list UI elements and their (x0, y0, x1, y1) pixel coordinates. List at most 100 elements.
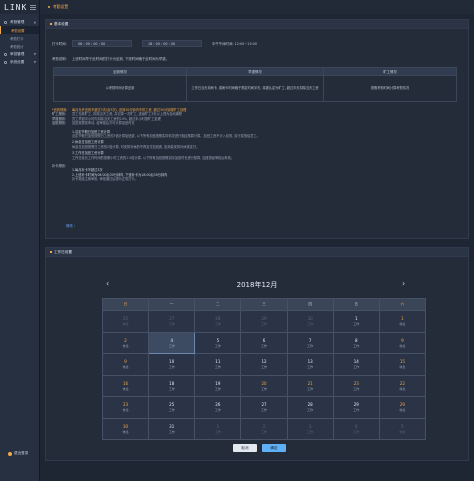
calendar-day-cell[interactable]: 26 工作 (194, 396, 242, 419)
rules-text: *迟到规则: 每月允许迟到不超过3次(含3次), 迟到30分钟内不扣工资, 超过3… (52, 108, 462, 182)
calendar-day-cell[interactable]: 5 休息 (378, 417, 427, 440)
logout-button[interactable]: 退出登录 (8, 451, 28, 456)
calendar-day-cell[interactable]: 10 工作 (148, 353, 196, 376)
table-row: 以考勤时间计算迟到 工作日当天未刷卡, 或刷卡时间晚于规定时间半天, 将被认定为… (53, 75, 457, 102)
calendar-day-cell[interactable]: 13 工作 (286, 353, 334, 376)
calendar-day-cell[interactable]: 12 工作 (240, 353, 288, 376)
sidebar-item-label: 审批管理 (10, 51, 25, 56)
next-month-button[interactable]: › (402, 279, 405, 288)
calendar-day-cell[interactable]: 29 工作 (240, 310, 288, 333)
day-number: 9 (124, 359, 127, 365)
end-time-input[interactable]: 18 : 00 : 00 : 00 (142, 40, 202, 47)
calendar-day-cell[interactable]: 31 工作 (148, 417, 196, 440)
sidebar-item-approval[interactable]: 审批管理 ▼ (0, 50, 39, 58)
sidebar-item-label: 考勤管理 (10, 19, 25, 24)
day-number: 28 (307, 402, 313, 408)
day-number: 3 (308, 423, 312, 429)
day-number: 27 (169, 316, 175, 322)
calendar-day-cell[interactable]: 9 休息 (378, 331, 427, 354)
table-cell: 按照考勤时间计算考勤情况 (323, 75, 457, 102)
calendar-day-cell[interactable]: 23 工作 (332, 374, 380, 397)
day-number: 2 (124, 337, 127, 343)
calendar-grid: 日 一 二 三 四 五 六 25 休息 27 工作 28 工作 29 工作 30 工作 1 工作 1 休息… (101, 298, 427, 440)
calendar-week-row: 25 休息 27 工作 28 工作 29 工作 30 工作 1 工作 1 休息 (101, 310, 427, 333)
rule-line: 加班规则: 加班需提前申请, 经审批后方可计算加班时长 (52, 121, 462, 125)
calendar-day-cell[interactable]: 6 工作 (240, 331, 288, 354)
day-number: 29 (261, 316, 267, 322)
calendar-day-cell[interactable]: 30 工作 (286, 310, 334, 333)
day-status: 休息 (122, 429, 129, 434)
calendar-day-cell[interactable]: 1 工作 (332, 310, 380, 333)
chevron-up-icon: ▲ (33, 20, 36, 24)
calendar-day-cell[interactable]: 15 休息 (378, 353, 427, 376)
topbar: 考勤设置 (40, 0, 474, 14)
calendar-body: 25 休息 27 工作 28 工作 29 工作 30 工作 1 工作 1 休息 2 休息 4 工作 5 工作 6 工作 7 工… (101, 310, 427, 440)
calendar-day-cell[interactable]: 22 休息 (378, 374, 427, 397)
calendar-day-cell[interactable]: 27 工作 (148, 310, 196, 333)
sidebar-item-attendance[interactable]: 考勤管理 ▲ (0, 18, 39, 26)
calendar-day-cell[interactable]: 21 工作 (286, 374, 334, 397)
day-number: 30 (123, 423, 129, 429)
sidebar-subitem-checkin[interactable]: 考勤打卡 (0, 34, 39, 42)
panel-title: 基本设置 (54, 21, 69, 26)
calendar-day-cell[interactable]: 4 工作 (332, 417, 380, 440)
calendar-day-cell[interactable]: 23 休息 (101, 396, 150, 419)
calendar-day-cell[interactable]: 25 休息 (101, 310, 150, 333)
calendar-day-cell[interactable]: 19 工作 (194, 374, 242, 397)
start-time-input[interactable]: 08 : 00 : 00 : 00 (72, 40, 132, 47)
calendar-day-cell[interactable]: 28 工作 (194, 310, 242, 333)
day-number: 20 (261, 380, 267, 386)
sidebar-item-system[interactable]: 系统设置 ▼ (0, 58, 39, 66)
calendar-day-cell[interactable]: 8 工作 (332, 331, 380, 354)
day-number: 27 (261, 402, 267, 408)
day-number: 14 (353, 359, 359, 365)
calendar-day-cell[interactable]: 2 工作 (240, 417, 288, 440)
calendar-week-row: 9 休息 10 工作 11 工作 12 工作 13 工作 14 工作 15 休息 (101, 353, 427, 376)
calendar-day-cell[interactable]: 1 工作 (194, 417, 242, 440)
sidebar-subitem-stats[interactable]: 考勤统计 (0, 42, 39, 50)
calendar-day-cell[interactable]: 3 工作 (286, 417, 334, 440)
day-status: 工作 (353, 343, 360, 348)
calendar-day-cell[interactable]: 9 休息 (101, 353, 150, 376)
confirm-button[interactable]: 确定 (262, 444, 286, 452)
calendar-day-cell[interactable]: 5 工作 (194, 331, 242, 354)
day-number: 9 (401, 337, 404, 343)
calendar-day-cell[interactable]: 18 工作 (148, 374, 196, 397)
hamburger-icon[interactable] (30, 4, 36, 10)
day-number: 1 (216, 423, 220, 429)
weekday-header: 日 (101, 298, 150, 311)
power-icon (8, 451, 12, 456)
calendar-day-cell[interactable]: 29 休息 (378, 396, 427, 419)
day-number: 23 (353, 380, 359, 386)
day-status: 工作 (260, 322, 267, 327)
calendar-day-cell[interactable]: 7 工作 (286, 331, 334, 354)
rule-line-text: 员工无故旷工, 扣除当天工资, 并记录一次旷工, 连续旷工3天以上视为自动离职 (72, 112, 183, 117)
day-status: 休息 (399, 429, 406, 434)
calendar-day-cell[interactable]: 28 工作 (286, 396, 334, 419)
calendar-day-cell[interactable]: 27 工作 (240, 396, 288, 419)
calendar-day-cell[interactable]: 4 工作 (148, 331, 196, 354)
day-number: 25 (169, 402, 175, 408)
calendar-day-cell[interactable]: 1 休息 (378, 310, 427, 333)
calendar-day-cell[interactable]: 14 工作 (332, 353, 380, 376)
day-status: 工作 (168, 343, 175, 348)
calendar-day-cell[interactable]: 16 休息 (101, 374, 150, 397)
sidebar-subitem-label: 考勤打卡 (10, 36, 24, 41)
day-status: 工作 (307, 365, 314, 370)
calendar-day-cell[interactable]: 30 休息 (101, 417, 150, 440)
day-number: 10 (169, 359, 175, 365)
day-number: 21 (307, 380, 313, 386)
calendar-day-cell[interactable]: 2 休息 (101, 331, 150, 354)
calendar-day-cell[interactable]: 29 工作 (332, 396, 380, 419)
weekday-header: 一 (148, 298, 196, 311)
calendar-day-cell[interactable]: 11 工作 (194, 353, 242, 376)
weekday-header: 三 (240, 298, 288, 311)
sidebar-subitem-settings[interactable]: 考勤设置 (0, 26, 39, 34)
day-status: 工作 (214, 365, 221, 370)
day-status: 休息 (399, 386, 406, 391)
calendar-day-cell[interactable]: 20 工作 (240, 374, 288, 397)
day-number: 16 (123, 380, 129, 386)
calendar-day-cell[interactable]: 25 工作 (148, 396, 196, 419)
edit-link[interactable]: 修改 › (66, 223, 75, 228)
cancel-button[interactable]: 取消 (233, 444, 257, 452)
